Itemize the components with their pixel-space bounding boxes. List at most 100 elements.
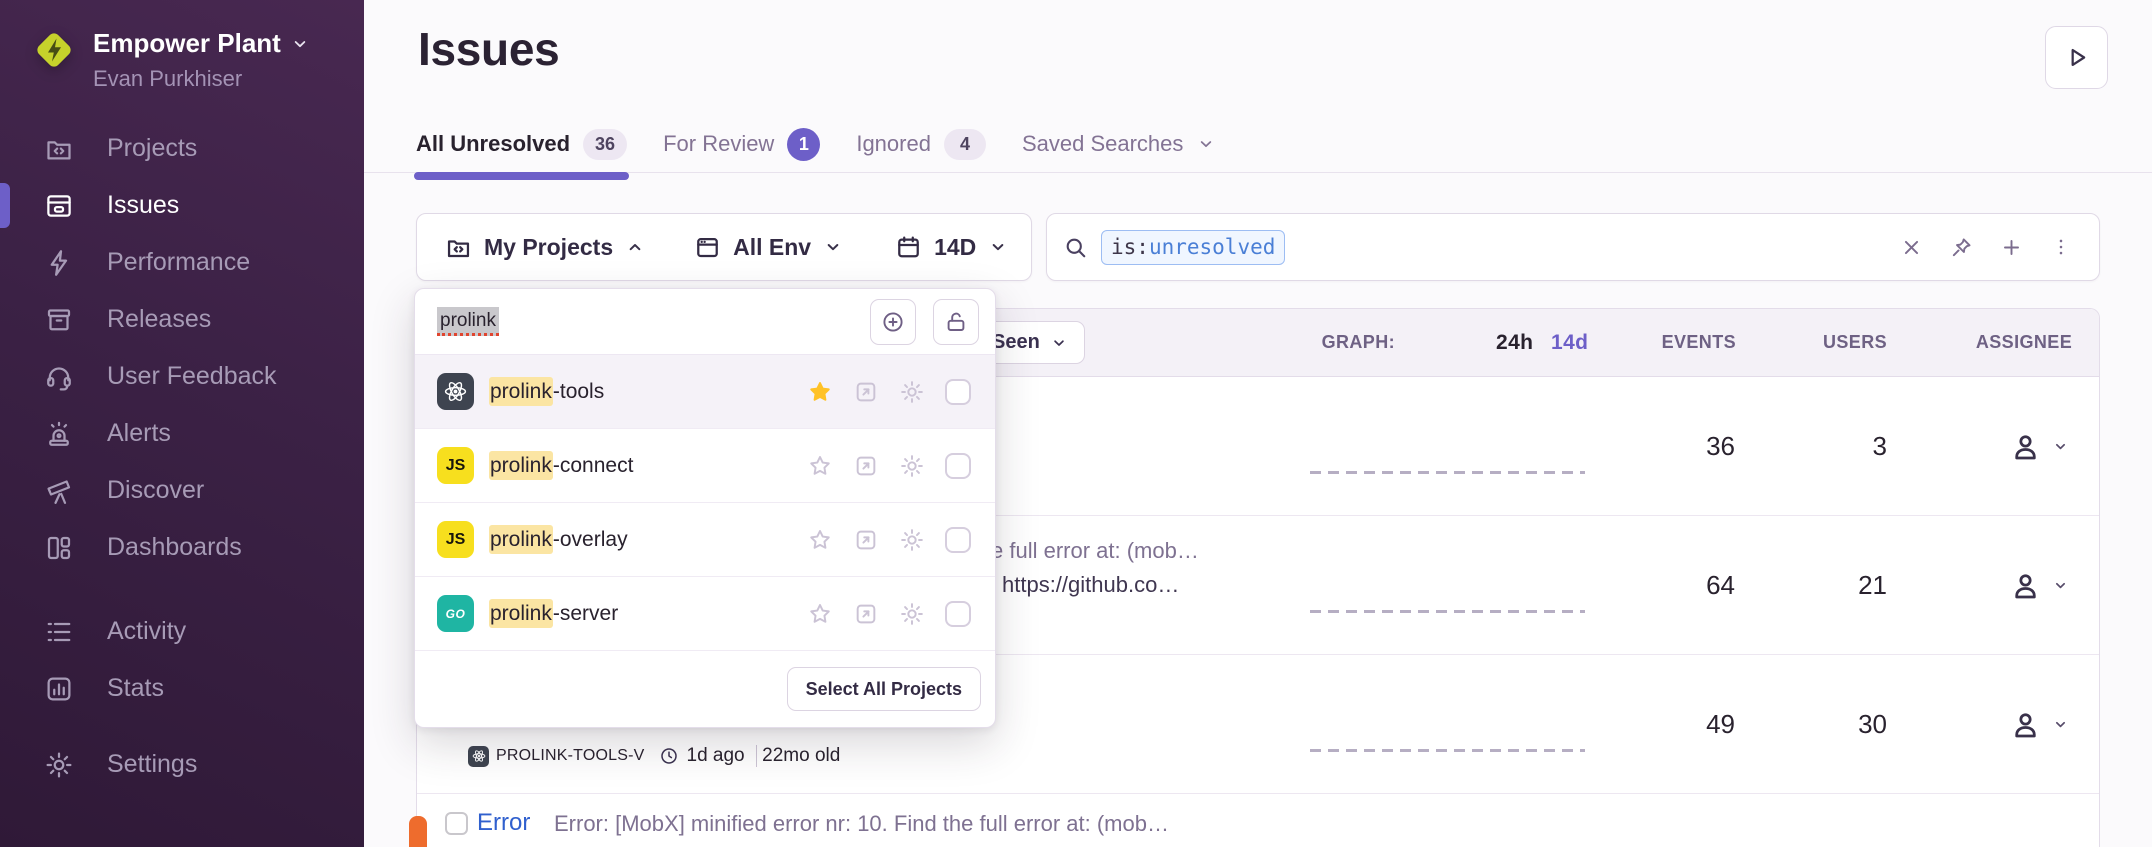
atom-icon (471, 748, 487, 764)
graph-period-24h-toggle[interactable]: 24h (1496, 309, 1533, 376)
project-option-prolink-overlay[interactable]: JS prolink-overlay (415, 503, 995, 577)
person-icon (2009, 708, 2042, 741)
search-actions (1900, 236, 2072, 259)
star-icon[interactable] (807, 527, 833, 553)
assignee-button[interactable] (1979, 377, 2099, 515)
project-search-input[interactable]: prolink (437, 307, 499, 336)
project-name-rest: -tools (553, 380, 604, 403)
issue-culprit-fragment: https://github.co… (1002, 572, 1179, 598)
project-option-prolink-server[interactable]: GO prolink-server (415, 577, 995, 651)
sidebar: Empower Plant Evan Purkhiser Projects Is… (0, 0, 364, 847)
gear-icon[interactable] (899, 379, 925, 405)
star-icon[interactable] (807, 379, 833, 405)
environment-filter-label: All Env (733, 234, 811, 261)
folder-code-icon (445, 234, 472, 261)
unlock-icon (944, 310, 968, 334)
gear-icon[interactable] (899, 601, 925, 627)
issue-row[interactable]: Error Error: [MobX] minified error nr: 1… (417, 794, 2099, 846)
assignee-button[interactable] (1979, 516, 2099, 654)
sidebar-item-discover[interactable]: Discover (0, 462, 364, 519)
project-option-prolink-tools[interactable]: prolink-tools (415, 355, 995, 429)
tab-all-unresolved[interactable]: All Unresolved 36 (416, 115, 627, 173)
page-filter-bar: My Projects All Env 14D (416, 213, 1032, 281)
project-dropdown-footer: Select All Projects (415, 651, 995, 727)
sidebar-item-label: Discover (107, 476, 204, 505)
close-icon[interactable] (1900, 236, 1923, 259)
user-name: Evan Purkhiser (93, 66, 310, 92)
project-name: prolink-overlay (489, 528, 628, 552)
open-in-new-icon[interactable] (853, 527, 879, 553)
star-icon[interactable] (807, 601, 833, 627)
project-name: prolink-server (489, 602, 618, 626)
chevron-down-icon (1050, 334, 1068, 352)
plus-icon[interactable] (2000, 236, 2023, 259)
project-option-prolink-connect[interactable]: JS prolink-connect (415, 429, 995, 503)
main-content: Issues All Unresolved 36 For Review 1 Ig… (364, 0, 2152, 847)
replay-play-button[interactable] (2045, 26, 2108, 89)
add-project-button[interactable] (870, 299, 916, 345)
project-name-rest: -server (553, 602, 618, 625)
graph-period-14d-toggle[interactable]: 14d (1551, 309, 1588, 376)
sidebar-item-alerts[interactable]: Alerts (0, 405, 364, 462)
org-switcher[interactable]: Empower Plant Evan Purkhiser (30, 26, 310, 92)
open-in-new-icon[interactable] (853, 379, 879, 405)
issue-search-input[interactable]: is:unresolved (1046, 213, 2100, 281)
page-title: Issues (418, 22, 559, 76)
project-checkbox[interactable] (945, 527, 971, 553)
gear-icon[interactable] (899, 453, 925, 479)
folder-code-icon (44, 134, 74, 164)
search-token-value: unresolved (1149, 235, 1275, 259)
sidebar-item-user-feedback[interactable]: User Feedback (0, 348, 364, 405)
open-in-new-icon[interactable] (853, 601, 879, 627)
sparkline-baseline (1310, 610, 1585, 613)
assignee-button[interactable] (1979, 655, 2099, 793)
sidebar-item-label: Stats (107, 674, 164, 703)
sidebar-item-performance[interactable]: Performance (0, 234, 364, 291)
date-range-filter-button[interactable]: 14D (895, 234, 1008, 261)
environment-filter-button[interactable]: All Env (694, 234, 843, 261)
plus-circle-icon (881, 310, 905, 334)
project-name: prolink-connect (489, 454, 633, 478)
person-icon (2009, 569, 2042, 602)
events-count: 36 (1706, 377, 1735, 515)
sidebar-item-activity[interactable]: Activity (0, 603, 364, 660)
pin-icon[interactable] (1950, 236, 1973, 259)
sidebar-item-stats[interactable]: Stats (0, 660, 364, 717)
overflow-menu-icon[interactable] (2050, 236, 2072, 258)
tab-for-review[interactable]: For Review 1 (663, 115, 820, 173)
search-match-highlight: prolink (489, 599, 553, 628)
column-header-assignee: ASSIGNEE (1959, 309, 2089, 376)
sidebar-nav: Projects Issues Performance Releases Use… (0, 120, 364, 793)
releases-icon (44, 305, 74, 335)
search-match-highlight: prolink (489, 525, 553, 554)
users-count: 3 (1873, 377, 1887, 515)
issue-age: 22mo old (762, 745, 840, 767)
sidebar-item-projects[interactable]: Projects (0, 120, 364, 177)
gear-icon[interactable] (899, 527, 925, 553)
org-name: Empower Plant (93, 28, 281, 59)
sidebar-item-issues[interactable]: Issues (0, 177, 364, 234)
sidebar-item-releases[interactable]: Releases (0, 291, 364, 348)
project-name: prolink-tools (489, 380, 604, 404)
project-checkbox[interactable] (945, 601, 971, 627)
sidebar-item-label: Projects (107, 134, 197, 163)
tab-saved-searches[interactable]: Saved Searches (1022, 115, 1216, 173)
star-icon[interactable] (807, 453, 833, 479)
issue-error-type-link[interactable]: Error (477, 809, 530, 837)
last-seen: 1d ago (687, 745, 745, 767)
issue-select-checkbox[interactable] (445, 812, 468, 835)
select-all-projects-button[interactable]: Select All Projects (787, 667, 981, 711)
project-row-actions (807, 379, 971, 405)
unlock-filter-button[interactable] (933, 299, 979, 345)
sidebar-item-settings[interactable]: Settings (0, 736, 364, 793)
search-token[interactable]: is:unresolved (1101, 230, 1285, 265)
sparkline-baseline (1310, 471, 1585, 474)
project-filter-button[interactable]: My Projects (445, 234, 645, 261)
project-checkbox[interactable] (945, 379, 971, 405)
calendar-icon (895, 234, 922, 261)
tab-ignored[interactable]: Ignored 4 (856, 115, 986, 173)
open-in-new-icon[interactable] (853, 453, 879, 479)
tab-count-badge: 4 (944, 129, 986, 160)
project-checkbox[interactable] (945, 453, 971, 479)
sidebar-item-dashboards[interactable]: Dashboards (0, 519, 364, 576)
